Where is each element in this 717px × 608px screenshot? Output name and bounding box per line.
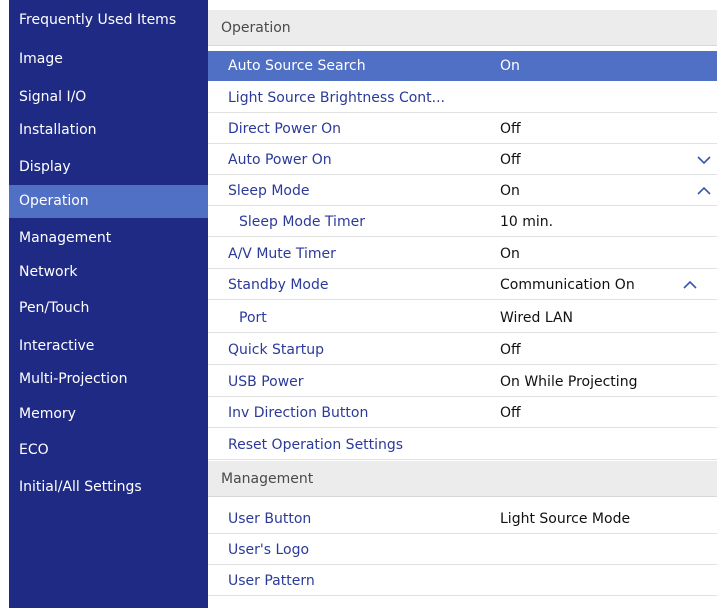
row-value: Light Source Mode bbox=[500, 511, 631, 527]
menu-row-sleep-mode[interactable]: Sleep Mode On bbox=[208, 176, 717, 206]
row-label: Auto Power On bbox=[228, 152, 332, 168]
section-title: Management bbox=[221, 471, 314, 487]
menu-row-standby-mode[interactable]: Standby Mode Communication On bbox=[208, 270, 717, 300]
row-value: On bbox=[500, 183, 520, 199]
row-label: USB Power bbox=[228, 374, 304, 390]
row-value: 10 min. bbox=[500, 214, 554, 230]
row-label: Reset Operation Settings bbox=[228, 437, 404, 453]
menu-row-sleep-mode-timer[interactable]: Sleep Mode Timer 10 min. bbox=[208, 207, 717, 237]
row-label: A/V Mute Timer bbox=[228, 246, 336, 262]
menu-row-usb-power[interactable]: USB Power On While Projecting bbox=[208, 367, 717, 397]
menu-row-direct-power-on[interactable]: Direct Power On Off bbox=[208, 114, 717, 144]
sidebar-item-network[interactable]: Network bbox=[9, 256, 208, 289]
section-header-operation: Operation bbox=[208, 10, 717, 46]
row-label: Inv Direction Button bbox=[228, 405, 369, 421]
chevron-down-icon[interactable] bbox=[697, 153, 711, 167]
row-value: On bbox=[500, 58, 520, 74]
row-label: User Pattern bbox=[228, 573, 315, 589]
section-title: Operation bbox=[221, 20, 291, 36]
menu-row-reset-operation-settings[interactable]: Reset Operation Settings bbox=[208, 430, 717, 460]
row-value: Off bbox=[500, 121, 521, 137]
chevron-up-icon[interactable] bbox=[683, 278, 697, 292]
sidebar: Frequently Used Items Image Signal I/O I… bbox=[9, 0, 208, 608]
row-label: Sleep Mode Timer bbox=[239, 214, 365, 230]
menu-row-users-logo[interactable]: User's Logo bbox=[208, 535, 717, 565]
sidebar-item-frequently-used[interactable]: Frequently Used Items bbox=[9, 4, 208, 37]
row-label: Direct Power On bbox=[228, 121, 342, 137]
row-label: Light Source Brightness Cont... bbox=[228, 90, 445, 106]
sidebar-item-interactive[interactable]: Interactive bbox=[9, 330, 208, 363]
menu-row-user-pattern[interactable]: User Pattern bbox=[208, 566, 717, 596]
menu-row-auto-source-search[interactable]: Auto Source Search On bbox=[208, 51, 717, 81]
menu-row-inv-direction-button[interactable]: Inv Direction Button Off bbox=[208, 398, 717, 428]
row-label: Standby Mode bbox=[228, 277, 329, 293]
row-label: Auto Source Search bbox=[228, 58, 366, 74]
section-header-management: Management bbox=[208, 461, 717, 497]
sidebar-item-eco[interactable]: ECO bbox=[9, 434, 208, 467]
menu-row-user-button[interactable]: User Button Light Source Mode bbox=[208, 504, 717, 534]
sidebar-item-installation[interactable]: Installation bbox=[9, 114, 208, 147]
settings-panel: Operation Auto Source Search On Light So… bbox=[208, 0, 717, 608]
row-value: Off bbox=[500, 405, 521, 421]
sidebar-item-signal-io[interactable]: Signal I/O bbox=[9, 81, 208, 114]
projector-menu-screen: Frequently Used Items Image Signal I/O I… bbox=[0, 0, 717, 608]
menu-row-port[interactable]: Port Wired LAN bbox=[208, 303, 717, 333]
row-value: Off bbox=[500, 342, 521, 358]
row-label: User's Logo bbox=[228, 542, 310, 558]
row-label: Port bbox=[239, 310, 267, 326]
sidebar-item-memory[interactable]: Memory bbox=[9, 398, 208, 431]
sidebar-item-multi-projection[interactable]: Multi-Projection bbox=[9, 363, 208, 396]
chevron-up-icon[interactable] bbox=[697, 184, 711, 198]
row-value: Off bbox=[500, 152, 521, 168]
row-value: Communication On bbox=[500, 277, 635, 293]
row-value: On While Projecting bbox=[500, 374, 638, 390]
row-label: User Button bbox=[228, 511, 312, 527]
row-value: On bbox=[500, 246, 520, 262]
sidebar-item-management[interactable]: Management bbox=[9, 222, 208, 255]
menu-row-av-mute-timer[interactable]: A/V Mute Timer On bbox=[208, 239, 717, 269]
menu-row-auto-power-on[interactable]: Auto Power On Off bbox=[208, 145, 717, 175]
sidebar-item-display[interactable]: Display bbox=[9, 151, 208, 184]
menu-row-light-source-brightness[interactable]: Light Source Brightness Cont... bbox=[208, 83, 717, 113]
row-label: Sleep Mode bbox=[228, 183, 310, 199]
sidebar-item-operation[interactable]: Operation bbox=[9, 185, 208, 218]
sidebar-item-initial-all-settings[interactable]: Initial/All Settings bbox=[9, 471, 208, 504]
row-value: Wired LAN bbox=[500, 310, 573, 326]
sidebar-item-image[interactable]: Image bbox=[9, 43, 208, 76]
menu-row-quick-startup[interactable]: Quick Startup Off bbox=[208, 335, 717, 365]
row-label: Quick Startup bbox=[228, 342, 324, 358]
sidebar-item-pen-touch[interactable]: Pen/Touch bbox=[9, 292, 208, 325]
